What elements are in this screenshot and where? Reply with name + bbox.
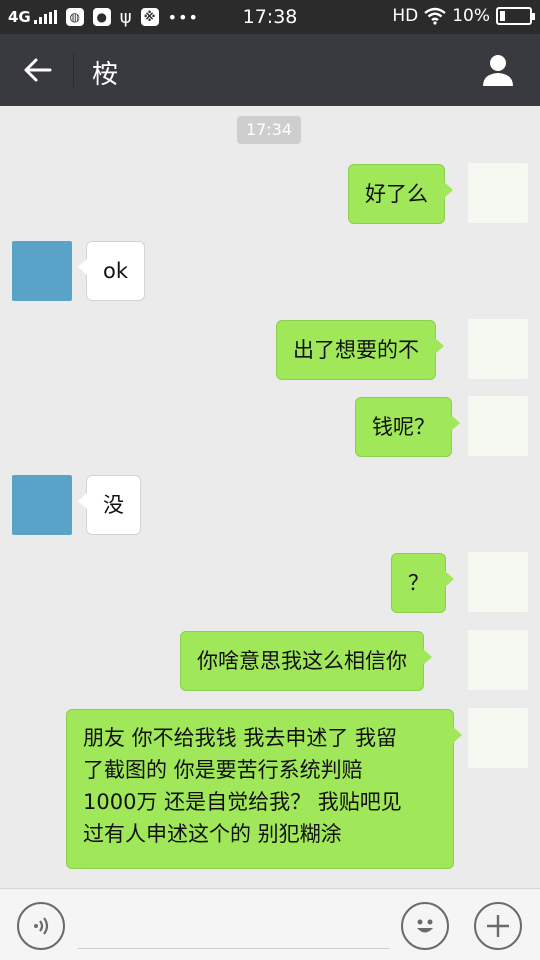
message-line: 1000万 还是自觉给我？ 我贴吧见 — [83, 790, 402, 814]
my-avatar[interactable] — [468, 396, 528, 456]
contact-avatar[interactable] — [12, 475, 72, 535]
input-bar — [0, 888, 540, 960]
my-avatar[interactable] — [468, 630, 528, 690]
message-line: 了截图的 你是要苦行系统判赔 — [83, 758, 363, 782]
message-bubble-received[interactable]: 没 — [78, 475, 141, 535]
message-line: 朋友 你不给我钱 我去申述了 我留 — [83, 726, 398, 750]
emoji-button[interactable] — [401, 902, 449, 950]
message-bubble-received[interactable]: ok — [77, 241, 146, 301]
message-bubble-sent[interactable]: ？ — [391, 553, 454, 613]
header-divider — [73, 53, 74, 87]
emoji-icon — [417, 919, 433, 933]
chat-area[interactable]: 17:34 好了么 ok 出了想要的不 钱呢？ 没 ？ 你啥意思我这么相信你 朋… — [0, 106, 540, 888]
chat-header: 桉 — [0, 34, 540, 106]
hd-label: HD — [392, 6, 419, 26]
chat-title: 桉 — [92, 60, 119, 90]
status-bar: 4G ◍ ● ψ ※ ••• 17:38 HD 10% — [0, 0, 540, 34]
person-icon[interactable] — [480, 52, 516, 88]
voice-button[interactable] — [17, 902, 65, 950]
wifi-icon — [424, 7, 446, 25]
contact-avatar[interactable] — [12, 241, 72, 301]
plus-button[interactable] — [474, 902, 522, 950]
message-line: 过有人申述这个的 别犯糊涂 — [83, 822, 342, 846]
my-avatar[interactable] — [468, 163, 528, 223]
voice-icon — [34, 917, 49, 935]
message-bubble-sent[interactable]: 钱呢？ — [355, 397, 460, 457]
plus-icon — [487, 915, 509, 937]
message-bubble-sent[interactable]: 你啥意思我这么相信你 — [180, 631, 432, 691]
message-bubble-sent[interactable]: 朋友 你不给我钱 我去申述了 我留 了截图的 你是要苦行系统判赔 1000万 还… — [66, 709, 462, 869]
message-bubble-sent[interactable]: 出了想要的不 — [276, 320, 444, 380]
chat-timestamp: 17:34 — [237, 116, 301, 144]
back-arrow-icon[interactable] — [20, 52, 56, 88]
battery-icon — [496, 7, 535, 25]
battery-percent: 10% — [452, 6, 490, 26]
my-avatar[interactable] — [468, 319, 528, 379]
status-right: HD 10% — [392, 6, 535, 26]
message-bubble-sent[interactable]: 好了么 — [348, 164, 453, 224]
my-avatar[interactable] — [468, 708, 528, 768]
message-input[interactable] — [78, 903, 390, 949]
my-avatar[interactable] — [468, 552, 528, 612]
